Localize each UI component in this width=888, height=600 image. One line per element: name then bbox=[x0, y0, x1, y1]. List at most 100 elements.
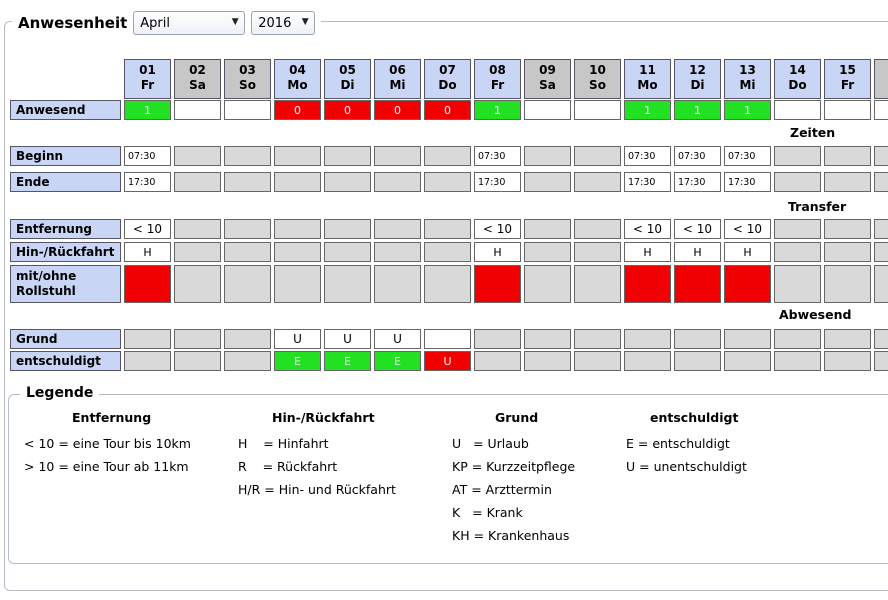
cell-beginn bbox=[774, 146, 821, 166]
day-header: 07 Do bbox=[424, 59, 471, 99]
row-label-grund: Grund bbox=[10, 329, 121, 349]
cell-beginn[interactable]: 07:30 bbox=[724, 146, 771, 166]
cell-anwesend[interactable] bbox=[774, 100, 821, 120]
cell-rollstuhl bbox=[824, 265, 871, 303]
cell-entschuldigt[interactable]: E bbox=[374, 351, 421, 371]
day-number: 07 bbox=[439, 63, 456, 77]
cell-hinrueck[interactable]: H bbox=[674, 242, 721, 262]
legend-item: E = entschuldigt bbox=[626, 436, 730, 451]
day-number: 11 bbox=[639, 63, 656, 77]
cell-hinrueck bbox=[524, 242, 571, 262]
cell-rollstuhl[interactable] bbox=[674, 265, 721, 303]
legend-item: < 10 = eine Tour bis 10km bbox=[24, 436, 191, 451]
cell-ende bbox=[824, 172, 871, 192]
day-number: 08 bbox=[489, 63, 506, 77]
cell-ende[interactable]: 17:30 bbox=[124, 172, 171, 192]
cell-entfernung bbox=[324, 219, 371, 239]
cell-beginn[interactable]: 07:30 bbox=[674, 146, 721, 166]
row-label-hinrueck: Hin-/Rückfahrt bbox=[10, 242, 121, 262]
cell-ende[interactable]: 17:30 bbox=[474, 172, 521, 192]
day-header: 15 Fr bbox=[824, 59, 871, 99]
legend-heading-hinrueck: Hin-/Rückfahrt bbox=[272, 410, 375, 425]
cell-beginn[interactable]: 07:30 bbox=[474, 146, 521, 166]
cell-entschuldigt bbox=[574, 351, 621, 371]
legend-item: > 10 = eine Tour ab 11km bbox=[24, 459, 189, 474]
month-select[interactable]: April ▼ bbox=[133, 11, 246, 35]
year-select[interactable]: 2016 ▼ bbox=[251, 11, 316, 35]
cell-hinrueck[interactable]: H bbox=[724, 242, 771, 262]
cell-anwesend[interactable]: 1 bbox=[674, 100, 721, 120]
cell-grund[interactable]: U bbox=[374, 329, 421, 349]
cell-entfernung bbox=[274, 219, 321, 239]
cell-ende bbox=[424, 172, 471, 192]
cell-anwesend[interactable] bbox=[574, 100, 621, 120]
cell-anwesend[interactable] bbox=[174, 100, 221, 120]
cell-entfernung[interactable]: < 10 bbox=[474, 219, 521, 239]
cell-entschuldigt bbox=[874, 351, 888, 371]
cell-rollstuhl[interactable] bbox=[124, 265, 171, 303]
cell-grund bbox=[574, 329, 621, 349]
cell-anwesend[interactable] bbox=[824, 100, 871, 120]
cell-entschuldigt[interactable]: E bbox=[324, 351, 371, 371]
year-select-value: 2016 bbox=[258, 15, 292, 31]
cell-hinrueck[interactable]: H bbox=[474, 242, 521, 262]
day-header: 02 Sa bbox=[174, 59, 221, 99]
cell-hinrueck bbox=[324, 242, 371, 262]
cell-anwesend[interactable]: 1 bbox=[124, 100, 171, 120]
cell-beginn bbox=[574, 146, 621, 166]
cell-grund[interactable]: U bbox=[324, 329, 371, 349]
cell-ende bbox=[774, 172, 821, 192]
day-header: 06 Mi bbox=[374, 59, 421, 99]
cell-entschuldigt bbox=[624, 351, 671, 371]
cell-hinrueck[interactable]: H bbox=[124, 242, 171, 262]
cell-beginn[interactable]: 07:30 bbox=[624, 146, 671, 166]
cell-grund[interactable]: U bbox=[274, 329, 321, 349]
cell-entschuldigt[interactable]: E bbox=[274, 351, 321, 371]
cell-beginn bbox=[274, 146, 321, 166]
cell-entschuldigt bbox=[724, 351, 771, 371]
cell-entfernung bbox=[424, 219, 471, 239]
cell-rollstuhl[interactable] bbox=[624, 265, 671, 303]
cell-rollstuhl[interactable] bbox=[724, 265, 771, 303]
cell-entschuldigt[interactable]: U bbox=[424, 351, 471, 371]
cell-anwesend[interactable] bbox=[524, 100, 571, 120]
cell-rollstuhl bbox=[224, 265, 271, 303]
cell-beginn bbox=[824, 146, 871, 166]
cell-ende[interactable]: 17:30 bbox=[624, 172, 671, 192]
cell-anwesend[interactable]: 0 bbox=[274, 100, 321, 120]
cell-ende[interactable]: 17:30 bbox=[724, 172, 771, 192]
cell-entschuldigt bbox=[224, 351, 271, 371]
day-weekday: So bbox=[239, 78, 256, 92]
cell-beginn[interactable]: 07:30 bbox=[124, 146, 171, 166]
cell-entfernung[interactable]: < 10 bbox=[624, 219, 671, 239]
cell-anwesend[interactable]: 1 bbox=[724, 100, 771, 120]
day-header bbox=[874, 59, 888, 99]
cell-entfernung[interactable]: < 10 bbox=[724, 219, 771, 239]
cell-entschuldigt bbox=[774, 351, 821, 371]
cell-anwesend[interactable]: 1 bbox=[624, 100, 671, 120]
cell-ende[interactable]: 17:30 bbox=[674, 172, 721, 192]
cell-entfernung bbox=[824, 219, 871, 239]
cell-beginn bbox=[874, 146, 888, 166]
cell-entfernung[interactable]: < 10 bbox=[124, 219, 171, 239]
cell-beginn bbox=[324, 146, 371, 166]
cell-anwesend[interactable] bbox=[224, 100, 271, 120]
section-label-abwesend: Abwesend bbox=[779, 307, 852, 322]
cell-grund bbox=[674, 329, 721, 349]
cell-grund bbox=[774, 329, 821, 349]
cell-anwesend[interactable]: 0 bbox=[424, 100, 471, 120]
cell-anwesend[interactable] bbox=[874, 100, 888, 120]
cell-hinrueck bbox=[224, 242, 271, 262]
cell-anwesend[interactable]: 0 bbox=[374, 100, 421, 120]
cell-grund[interactable] bbox=[424, 329, 471, 349]
cell-anwesend[interactable]: 1 bbox=[474, 100, 521, 120]
cell-hinrueck[interactable]: H bbox=[624, 242, 671, 262]
cell-rollstuhl bbox=[174, 265, 221, 303]
cell-anwesend[interactable]: 0 bbox=[324, 100, 371, 120]
cell-entfernung[interactable]: < 10 bbox=[674, 219, 721, 239]
cell-rollstuhl[interactable] bbox=[474, 265, 521, 303]
section-label-zeiten: Zeiten bbox=[790, 125, 836, 140]
row-label-rollstuhl: mit/ohne Rollstuhl bbox=[10, 265, 121, 303]
legend-heading-entschuldigt: entschuldigt bbox=[650, 410, 739, 425]
day-weekday: Di bbox=[340, 78, 355, 92]
